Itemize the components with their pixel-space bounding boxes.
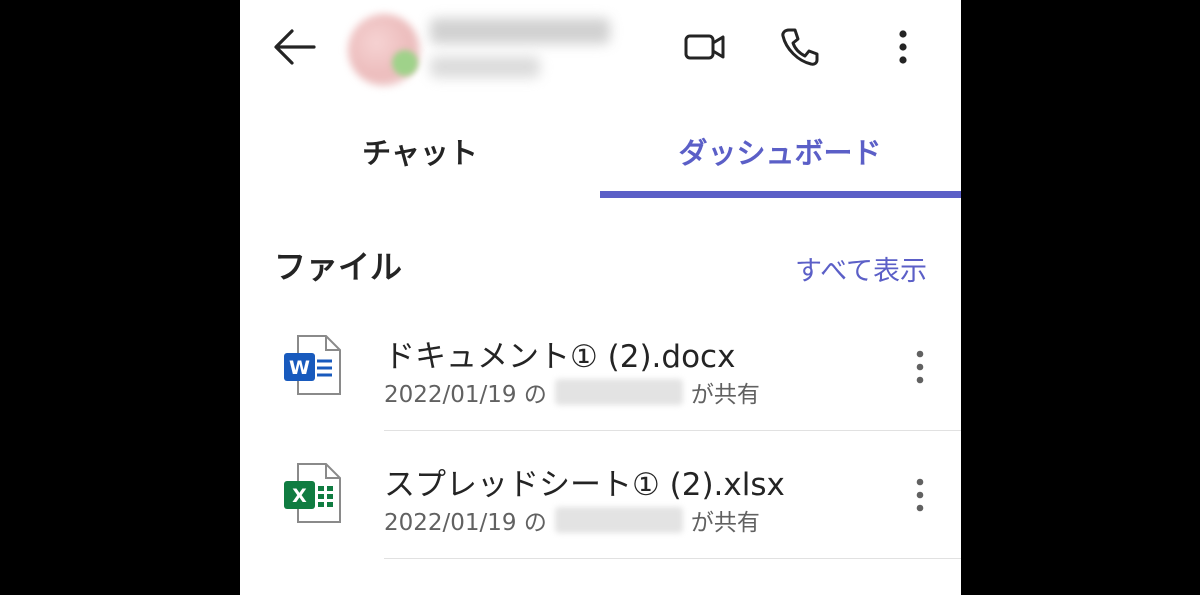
excel-file-icon: X <box>284 463 341 523</box>
presence-indicator <box>392 50 418 76</box>
shared-date: 2022/01/19 の <box>384 510 547 536</box>
divider <box>384 430 961 431</box>
arrow-left-icon <box>274 29 316 65</box>
shared-by-name <box>554 379 683 405</box>
file-name: ドキュメント① (2).docx <box>384 339 736 375</box>
file-more-button[interactable] <box>906 475 934 515</box>
shared-suffix: が共有 <box>690 510 760 536</box>
shared-by-name <box>554 507 683 533</box>
video-call-button[interactable] <box>680 22 730 72</box>
file-meta: 2022/01/19 の が共有 <box>384 375 760 409</box>
file-name: スプレッドシート① (2).xlsx <box>384 467 785 503</box>
teams-chat-screen: チャット ダッシュボード ファイル すべて表示 W ドキュメント① (2).do… <box>240 0 961 595</box>
file-more-button[interactable] <box>906 347 934 387</box>
see-all-link[interactable]: すべて表示 <box>795 249 927 288</box>
more-vertical-icon <box>916 350 924 384</box>
more-vertical-icon <box>916 478 924 512</box>
divider <box>384 558 961 559</box>
file-meta: 2022/01/19 の が共有 <box>384 503 760 537</box>
tab-dashboard[interactable]: ダッシュボード <box>600 118 960 198</box>
shared-date: 2022/01/19 の <box>384 382 547 408</box>
more-vertical-icon <box>899 30 907 64</box>
phone-icon <box>781 28 819 66</box>
contact-name[interactable] <box>430 18 610 44</box>
list-item[interactable]: X スプレッドシート① (2).xlsx 2022/01/19 の が共有 <box>240 433 961 561</box>
video-call-icon <box>684 34 725 60</box>
word-file-icon: W <box>284 335 341 395</box>
back-button[interactable] <box>270 22 320 72</box>
files-section-title: ファイル <box>274 248 403 286</box>
svg-text:W: W <box>289 357 310 379</box>
tab-chat-label: チャット <box>362 136 478 170</box>
audio-call-button[interactable] <box>774 22 824 72</box>
svg-text:X: X <box>292 485 307 507</box>
tab-chat[interactable]: チャット <box>240 118 600 198</box>
list-item[interactable]: W ドキュメント① (2).docx 2022/01/19 の が共有 <box>240 305 961 433</box>
more-options-button[interactable] <box>878 22 928 72</box>
shared-suffix: が共有 <box>690 382 760 408</box>
active-tab-indicator <box>600 191 961 198</box>
contact-status <box>430 56 540 78</box>
tab-dashboard-label: ダッシュボード <box>678 136 882 170</box>
